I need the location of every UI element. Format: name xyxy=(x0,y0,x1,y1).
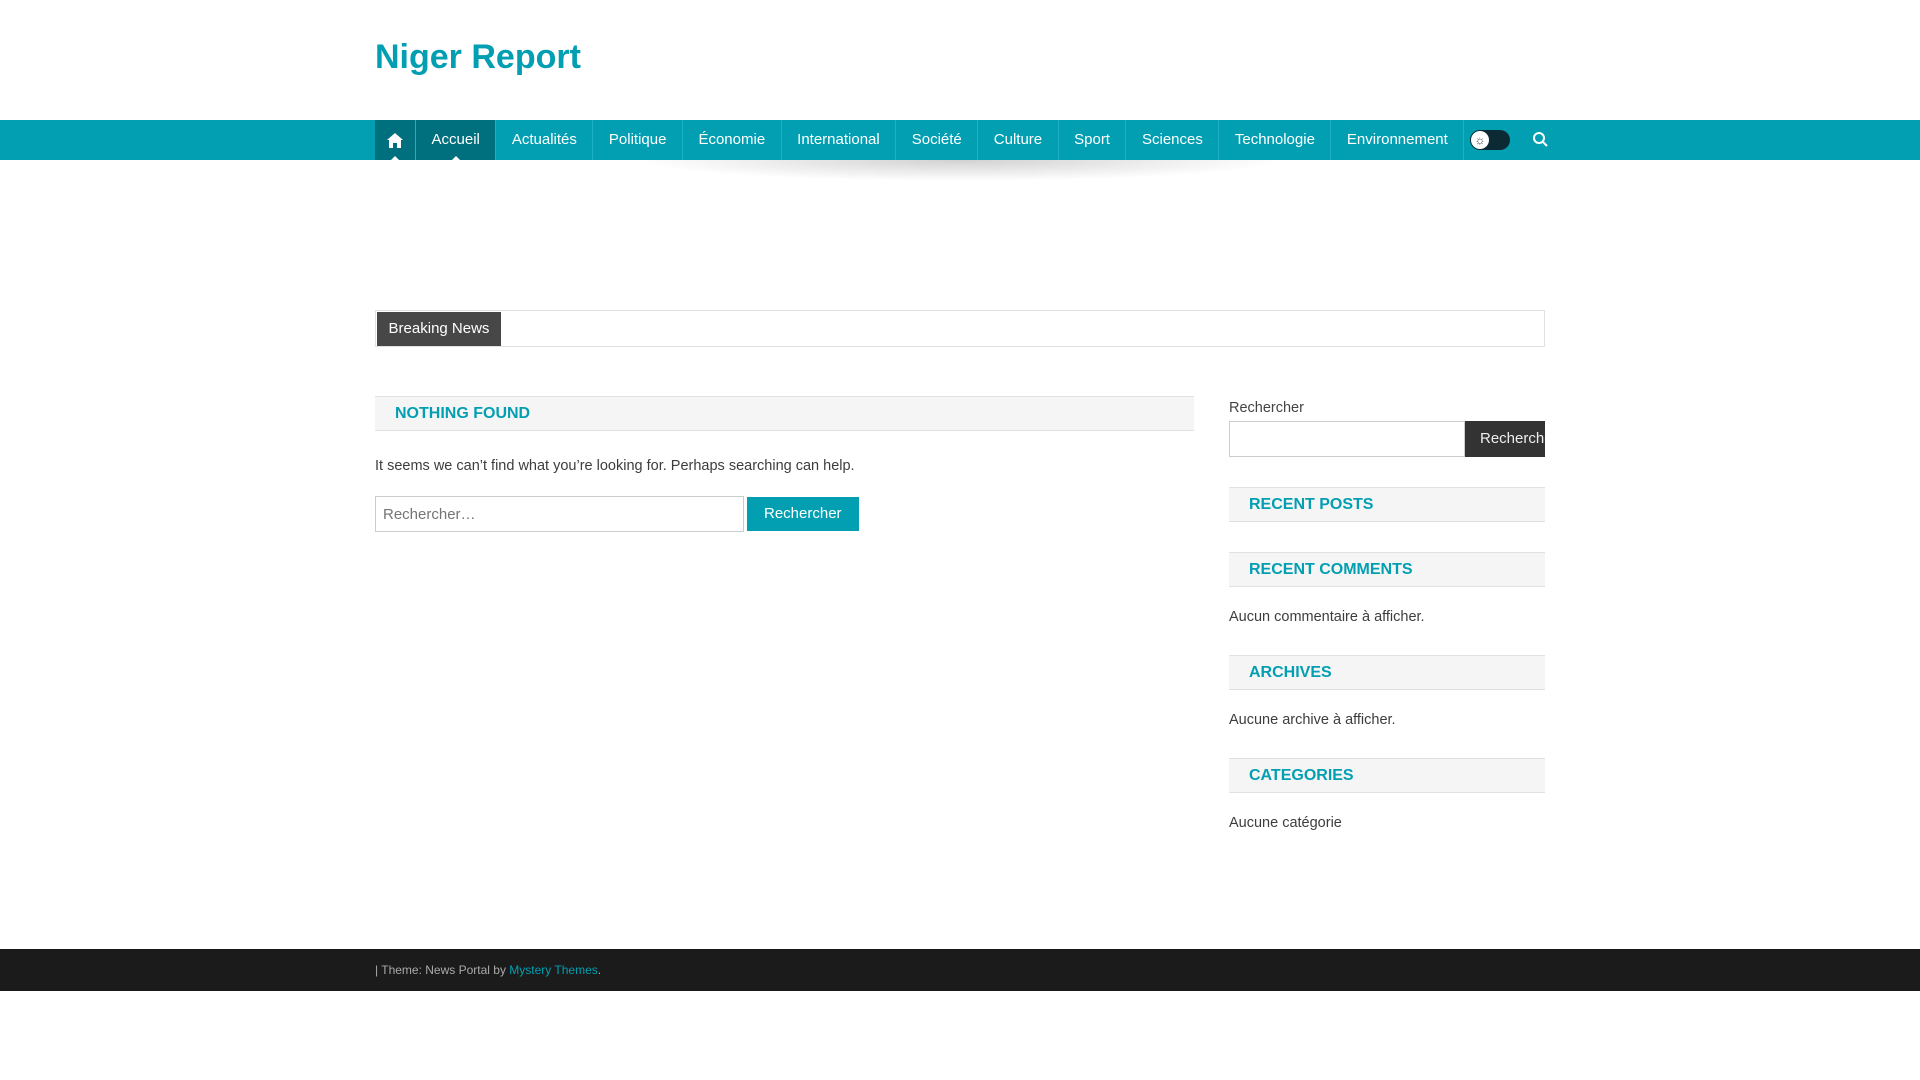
widget-title-categories: CATEGORIES xyxy=(1229,758,1545,793)
home-icon xyxy=(387,132,403,148)
nav-item-economie[interactable]: Économie xyxy=(683,120,782,160)
site-title[interactable]: Niger Report xyxy=(375,38,1545,77)
nav-item-international[interactable]: International xyxy=(782,120,897,160)
footer-suffix: . xyxy=(597,963,602,977)
sun-icon: ☼ xyxy=(1471,131,1489,149)
search-button[interactable]: Rechercher xyxy=(747,497,859,531)
widget-title-archives: ARCHIVES xyxy=(1229,655,1545,690)
page-title: NOTHING FOUND xyxy=(375,396,1194,431)
breaking-news-bar: Breaking News xyxy=(375,310,1545,347)
nav-shadow xyxy=(500,160,1420,190)
nav-item-environnement[interactable]: Environnement xyxy=(1331,120,1465,160)
footer-credit: | Theme: News Portal by xyxy=(375,963,510,977)
nav-item-societe[interactable]: Société xyxy=(896,120,979,160)
home-button[interactable] xyxy=(375,120,416,160)
search-input[interactable] xyxy=(375,496,744,532)
footer: | Theme: News Portal by Mystery Themes. xyxy=(0,949,1920,991)
recent-comments-text: Aucun commentaire à afficher. xyxy=(1229,609,1425,625)
dark-mode-toggle[interactable]: ☼ xyxy=(1470,130,1510,150)
mystery-themes-link[interactable]: Mystery Themes xyxy=(509,963,597,977)
nav-item-sciences[interactable]: Sciences xyxy=(1126,120,1220,160)
nav-item-technologie[interactable]: Technologie xyxy=(1219,120,1332,160)
breaking-news-label: Breaking News xyxy=(377,312,501,346)
archives-text: Aucune archive à afficher. xyxy=(1229,712,1396,728)
nav-item-sport[interactable]: Sport xyxy=(1059,120,1127,160)
search-icon[interactable] xyxy=(1530,129,1552,151)
categories-text: Aucune catégorie xyxy=(1229,815,1342,831)
nav-item-politique[interactable]: Politique xyxy=(593,120,683,160)
widget-title-recent-comments: RECENT COMMENTS xyxy=(1229,552,1545,587)
sidebar: Rechercher Rechercher RECENT POSTS RECEN… xyxy=(1229,400,1545,831)
sidebar-search-button[interactable]: Rechercher xyxy=(1465,421,1545,457)
not-found-message: It seems we can’t find what you’re looki… xyxy=(375,458,855,474)
sidebar-search-input[interactable] xyxy=(1229,421,1465,457)
nav-item-culture[interactable]: Culture xyxy=(978,120,1059,160)
nav-item-accueil[interactable]: Accueil xyxy=(416,120,497,160)
nav-item-actualites[interactable]: Actualités xyxy=(496,120,594,160)
widget-title-recent-posts: RECENT POSTS xyxy=(1229,487,1545,522)
main-nav: Accueil Actualités Politique Économie In… xyxy=(0,120,1920,160)
main-content: NOTHING FOUND It seems we can’t find wha… xyxy=(375,396,1194,532)
sidebar-search-label: Rechercher xyxy=(1229,400,1304,416)
